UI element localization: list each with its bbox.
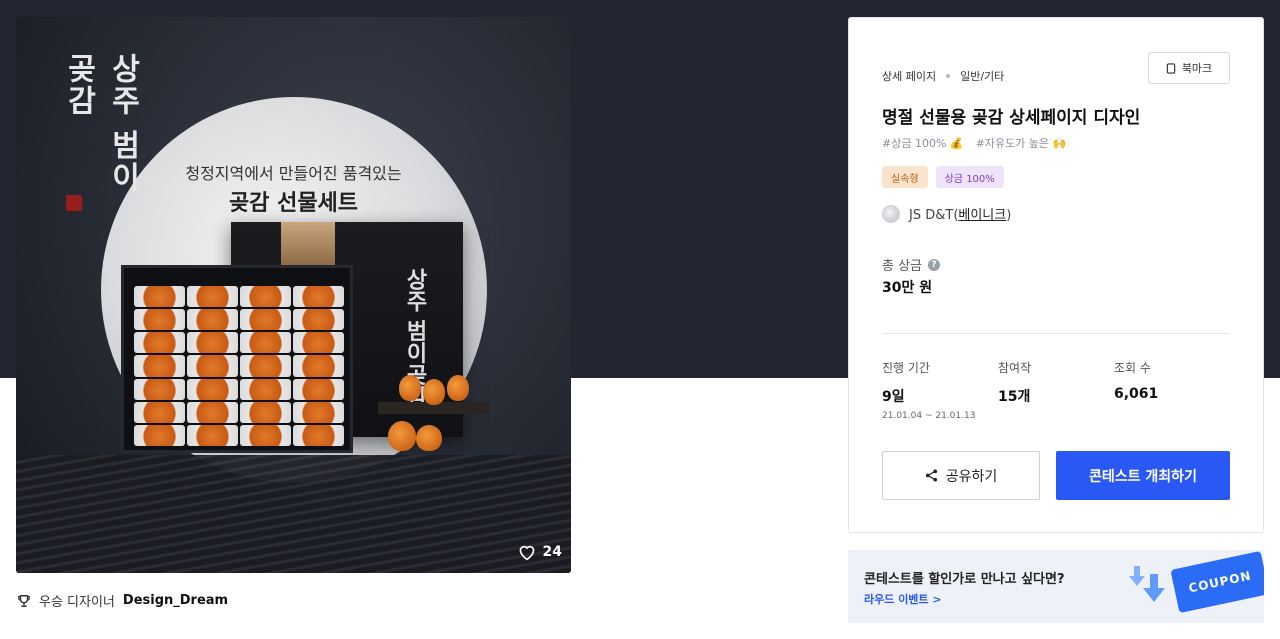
persimmon-fruit — [416, 425, 442, 451]
hero-headline-1: 청정지역에서 만들어진 품격있는 — [185, 164, 402, 183]
bookmark-icon — [1166, 62, 1176, 74]
raised-hands-icon: 🙌 — [1052, 137, 1067, 150]
divider — [882, 333, 1230, 334]
contest-info-card: 상세 페이지 일반/기타 북마크 명절 선물용 곶감 상세페이지 디자인 #상금… — [848, 17, 1264, 533]
host-contest-button[interactable]: 콘테스트 개최하기 — [1056, 451, 1230, 500]
bookmark-button[interactable]: 북마크 — [1148, 52, 1230, 84]
hashtag-list: #상금 100% 💰 #자유도가 높은 🙌 — [882, 135, 1066, 151]
prize-value: 30만 원 — [882, 280, 933, 296]
host-name: JS D&T(베이니크) — [909, 208, 1012, 223]
host-avatar — [882, 204, 900, 223]
promo-link[interactable]: 라우드 이벤트 > — [864, 591, 942, 607]
breadcrumb-subcategory[interactable]: 일반/기타 — [960, 68, 1004, 84]
share-button[interactable]: 공유하기 — [882, 451, 1040, 500]
winner-name[interactable]: Design_Dream — [123, 593, 228, 608]
share-icon — [925, 469, 937, 482]
persimmon-tray — [121, 265, 353, 453]
breadcrumb-category[interactable]: 상세 페이지 — [882, 68, 936, 84]
breadcrumb: 상세 페이지 일반/기타 — [882, 68, 1004, 84]
heart-icon[interactable] — [517, 543, 537, 561]
stat-period-value: 9일 — [882, 389, 905, 405]
like-counter[interactable]: 24 — [517, 543, 562, 561]
prize-label-row: 총 상금 ? — [882, 255, 941, 274]
badge-value-type: 실속형 — [882, 166, 928, 188]
prize-label: 총 상금 — [882, 259, 923, 274]
gift-box-ribbon — [281, 222, 335, 266]
bookmark-label: 북마크 — [1181, 62, 1213, 75]
coupon-promo-banner[interactable]: 콘테스트를 할인가로 만나고 싶다면? 라우드 이벤트 > COUPON — [848, 550, 1264, 623]
money-bag-icon: 💰 — [949, 137, 964, 150]
stat-entries-label: 참여작 — [998, 361, 1032, 375]
roof-tiles-decoration — [16, 455, 571, 573]
badge-list: 실속형 상금 100% — [882, 166, 1004, 188]
hashtag[interactable]: #상금 100% 💰 — [882, 135, 964, 151]
winner-designer: 우승 디자이너 Design_Dream — [17, 591, 228, 610]
down-arrows-icon — [1129, 566, 1165, 602]
help-icon[interactable]: ? — [928, 258, 941, 271]
stat-period-label: 진행 기간 — [882, 361, 930, 375]
persimmon-fruit — [388, 421, 416, 451]
stat-views-value: 6,061 — [1114, 386, 1159, 402]
contest-title: 명절 선물용 곶감 상세페이지 디자인 — [882, 108, 1141, 128]
stat-views: 조회 수 6,061 — [1114, 359, 1158, 402]
promo-text: 콘테스트를 할인가로 만나고 싶다면? — [864, 572, 1065, 587]
stat-views-label: 조회 수 — [1114, 361, 1151, 375]
hashtag[interactable]: #자유도가 높은 🙌 — [976, 135, 1067, 151]
stat-entries-value: 15개 — [998, 389, 1031, 405]
breadcrumb-separator — [946, 74, 951, 78]
host-info: JS D&T(베이니크) — [882, 204, 1011, 223]
contest-hero-image[interactable]: 상주 범이곶감 청정지역에서 만들어진 품격있는 곶감 선물세트 상주 범이곶감… — [16, 17, 571, 573]
stat-period-range: 21.01.04 ~ 21.01.13 — [882, 411, 976, 421]
persimmon-fruit — [423, 379, 445, 405]
badge-prize-full: 상금 100% — [935, 166, 1004, 188]
share-label: 공유하기 — [945, 468, 998, 485]
like-count: 24 — [542, 544, 562, 560]
persimmon-fruit — [399, 375, 421, 401]
trophy-icon — [18, 594, 30, 607]
persimmon-fruit — [447, 375, 469, 401]
stat-period: 진행 기간 9일 21.01.04 ~ 21.01.13 — [882, 359, 975, 421]
coupon-ticket: COUPON — [1170, 550, 1264, 614]
hero-headline-2: 곶감 선물세트 — [228, 190, 359, 216]
winner-prefix: 우승 디자이너 — [39, 595, 115, 610]
stat-entries: 참여작 15개 — [998, 359, 1031, 406]
host-handle-link[interactable]: 베이니크 — [958, 208, 1006, 223]
